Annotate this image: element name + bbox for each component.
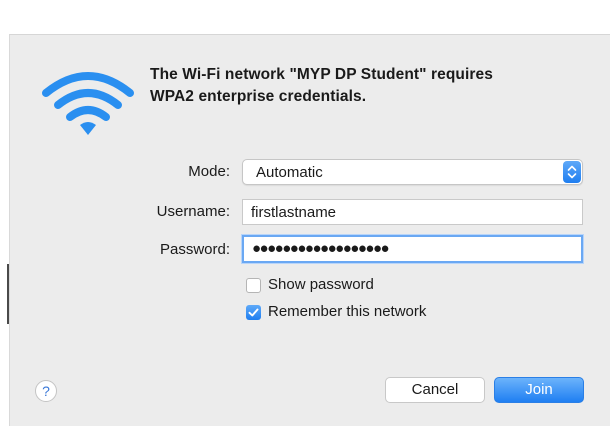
username-label: Username: xyxy=(156,203,230,220)
username-value: firstlastname xyxy=(251,204,337,221)
window-top-area xyxy=(0,0,610,34)
mode-select-value: Automatic xyxy=(256,164,323,181)
chevron-up-down-icon[interactable] xyxy=(563,161,581,183)
show-password-label[interactable]: Show password xyxy=(268,276,374,293)
show-password-checkbox[interactable] xyxy=(246,278,261,293)
password-masked-value: ●●●●●●●●●●●●●●●●●● xyxy=(252,240,390,257)
join-button[interactable]: Join xyxy=(494,377,584,403)
wifi-icon xyxy=(42,72,134,135)
remember-network-label[interactable]: Remember this network xyxy=(268,303,426,320)
dialog-title-line-2: WPA2 enterprise credentials. xyxy=(150,88,367,105)
dialog-title-line-1: The Wi-Fi network "MYP DP Student" requi… xyxy=(150,66,493,83)
password-label: Password: xyxy=(159,241,230,258)
password-field[interactable]: ●●●●●●●●●●●●●●●●●● xyxy=(242,235,583,263)
checkmark-icon xyxy=(248,308,259,317)
username-field[interactable]: firstlastname xyxy=(242,199,583,225)
cancel-button[interactable]: Cancel xyxy=(385,377,485,403)
help-button[interactable]: ? xyxy=(35,380,57,402)
dialog-title: The Wi-Fi network "MYP DP Student" requi… xyxy=(150,64,580,108)
mode-label: Mode: xyxy=(188,163,230,180)
remember-network-checkbox[interactable] xyxy=(246,305,261,320)
background-window-edge xyxy=(0,34,9,426)
mode-select[interactable]: Automatic xyxy=(242,159,583,185)
